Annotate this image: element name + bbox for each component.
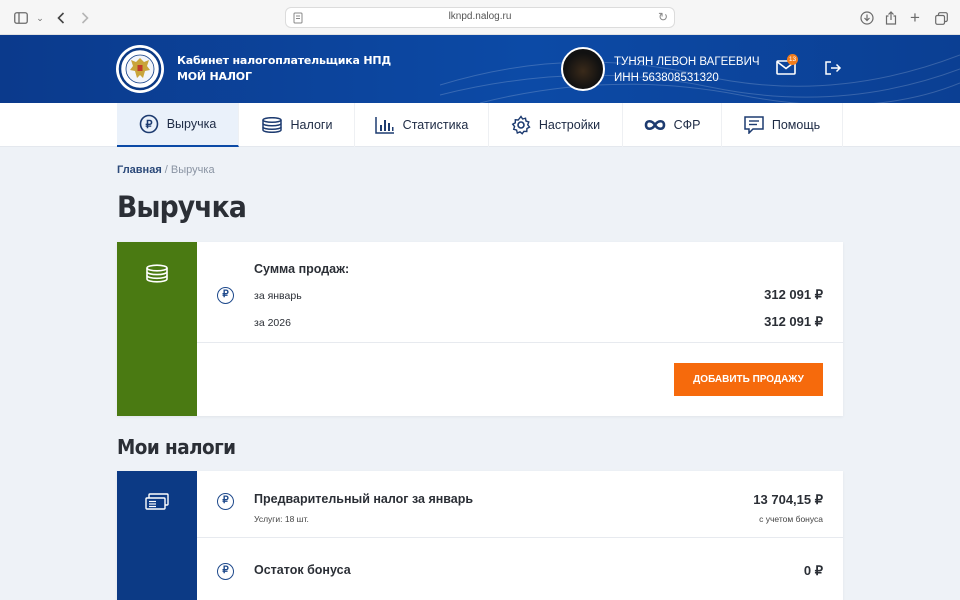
- coins-icon: [146, 264, 168, 283]
- brand-line-1: Кабинет налогоплательщика НПД: [177, 54, 391, 67]
- divider: [197, 342, 843, 343]
- sales-year-value: 312 091 ₽: [764, 314, 823, 329]
- avatar[interactable]: [561, 47, 605, 91]
- sfr-logo-icon: [644, 119, 665, 131]
- ruble-icon: ₽: [217, 287, 234, 304]
- tab-help[interactable]: Помощь: [722, 103, 843, 147]
- taxes-card: ₽ Предварительный налог за январь Услуги…: [117, 471, 843, 600]
- url-text: lknpd.nalog.ru: [448, 11, 512, 22]
- breadcrumb-current: Выручка: [170, 164, 215, 176]
- tab-settings[interactable]: Настройки: [489, 103, 623, 147]
- breadcrumb-home-link[interactable]: Главная: [117, 164, 162, 176]
- sales-year-label: за 2026: [254, 317, 291, 329]
- bonus-title: Остаток бонуса: [254, 563, 351, 577]
- prelim-tax-note: с учетом бонуса: [759, 514, 823, 524]
- svg-text:₽: ₽: [145, 119, 152, 131]
- breadcrumb: Главная / Выручка: [117, 164, 215, 176]
- bonus-value: 0 ₽: [803, 563, 823, 578]
- back-icon[interactable]: [52, 9, 70, 27]
- user-name: ТУНЯН ЛЕВОН ВАГЕЕВИЧ: [614, 56, 760, 68]
- reload-icon[interactable]: ↻: [658, 10, 668, 24]
- ruble-icon: ₽: [217, 563, 234, 580]
- sales-summary-card: Сумма продаж: ₽ за январь 312 091 ₽ за 2…: [117, 242, 843, 416]
- tab-sfr-label: СФР: [673, 118, 701, 132]
- taxes-card-accent: [117, 471, 197, 600]
- sales-month-label: за январь: [254, 290, 302, 302]
- tab-settings-label: Настройки: [538, 118, 601, 132]
- sales-title: Сумма продаж:: [254, 262, 350, 276]
- logout-icon[interactable]: [824, 60, 842, 76]
- new-tab-icon[interactable]: +: [906, 8, 924, 27]
- prelim-tax-services: Услуги: 18 шт.: [254, 514, 309, 524]
- brand-title[interactable]: Кабинет налогоплательщика НПД МОЙ НАЛОГ: [177, 53, 391, 85]
- tab-revenue-label: Выручка: [166, 117, 217, 131]
- mail-count-badge: 13: [787, 54, 798, 65]
- bar-chart-icon: [374, 117, 394, 134]
- page-title: Выручка: [117, 190, 247, 224]
- address-bar[interactable]: lknpd.nalog.ru ↻: [285, 7, 675, 28]
- help-doc-icon: [744, 116, 764, 134]
- browser-toolbar: ⌄ lknpd.nalog.ru ↻ +: [0, 0, 960, 35]
- tabs-overview-icon[interactable]: [932, 9, 950, 27]
- tab-help-label: Помощь: [771, 118, 821, 132]
- share-icon[interactable]: [882, 9, 900, 27]
- breadcrumb-separator: /: [161, 164, 171, 176]
- main-navigation: ₽ Выручка Налоги Статистика Настройки СФ…: [0, 103, 960, 147]
- gear-icon: [511, 115, 531, 135]
- sidebar-toggle-icon[interactable]: [12, 9, 30, 27]
- divider: [197, 537, 843, 538]
- sales-card-accent: [117, 242, 197, 416]
- brand-line-2: МОЙ НАЛОГ: [177, 70, 252, 83]
- ruble-circle-icon: ₽: [139, 114, 159, 134]
- tab-revenue[interactable]: ₽ Выручка: [117, 103, 239, 147]
- tab-statistics-label: Статистика: [402, 118, 469, 132]
- sales-month-value: 312 091 ₽: [764, 287, 823, 302]
- user-info[interactable]: ТУНЯН ЛЕВОН ВАГЕЕВИЧ ИНН 563808531320: [614, 54, 760, 86]
- tab-statistics[interactable]: Статистика: [355, 103, 489, 147]
- tab-sfr[interactable]: СФР: [623, 103, 722, 147]
- ruble-icon: ₽: [217, 493, 234, 510]
- section-title-taxes: Мои налоги: [117, 435, 236, 459]
- fns-emblem-logo[interactable]: [116, 45, 164, 93]
- user-inn: ИНН 563808531320: [614, 72, 719, 84]
- banknotes-icon: [145, 493, 169, 510]
- coins-stack-icon: [261, 117, 282, 133]
- tab-taxes[interactable]: Налоги: [239, 103, 355, 147]
- download-icon[interactable]: [858, 9, 876, 27]
- add-sale-button[interactable]: ДОБАВИТЬ ПРОДАЖУ: [674, 363, 823, 396]
- site-header: Кабинет налогоплательщика НПД МОЙ НАЛОГ …: [0, 35, 960, 103]
- forward-icon[interactable]: [76, 9, 94, 27]
- prelim-tax-title[interactable]: Предварительный налог за январь: [254, 492, 473, 506]
- chevron-down-icon[interactable]: ⌄: [31, 9, 49, 27]
- prelim-tax-value: 13 704,15 ₽: [753, 492, 823, 507]
- tab-taxes-label: Налоги: [290, 118, 333, 132]
